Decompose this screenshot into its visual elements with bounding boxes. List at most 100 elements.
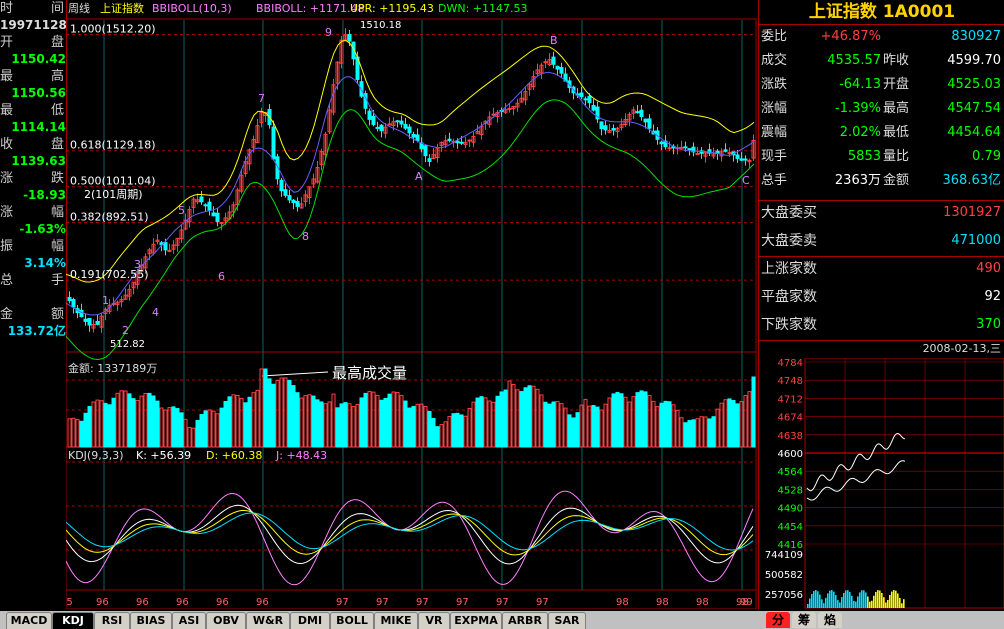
tab-kdj[interactable]: KDJ [52,612,94,629]
volume-bar [655,406,660,448]
volume-bar [647,395,652,448]
mini-y-label: 4564 [778,467,803,478]
volume-bar [239,397,244,448]
volume-bar [663,400,668,448]
mini-volume-bar [827,593,829,608]
volume-bar [687,420,692,448]
mini-volume-bar [899,597,901,608]
volume-bar [243,402,248,448]
volume-bar [743,395,748,448]
volume-bar [131,398,136,448]
right-tab-2[interactable]: 焰 [818,612,842,628]
volume-bar [603,403,608,448]
quote-label: 开盘 [883,77,910,92]
volume-bar [483,397,488,448]
candle-body [739,158,744,161]
volume-bar [403,400,408,448]
quote-value: 0.79 [972,149,1001,164]
volume-bar [735,403,740,448]
volume-bar [187,426,192,448]
quote-value: 368.63亿 [942,173,1002,188]
tab-rsi[interactable]: RSI [94,612,130,629]
tab-sar[interactable]: SAR [548,612,586,629]
mini-volume-bar [901,603,903,608]
tab-obv[interactable]: OBV [206,612,246,629]
quote-label: 昨收 [883,53,910,68]
tab-asi[interactable]: ASI [172,612,206,629]
volume-bar [231,394,236,448]
intraday-mini-chart[interactable]: 4784 4748 4712 4674 4638 4600 4564 4528 4490 4454… [759,358,1004,610]
volume-bar [287,379,292,448]
quote-value: 4525.03 [947,77,1001,92]
tab-mike[interactable]: MIKE [374,612,418,629]
fib-label: 0.382(892.51) [70,211,149,224]
x-axis-label: 98 [616,597,629,608]
mini-y-label: 4784 [778,358,803,369]
tab-arbr[interactable]: ARBR [502,612,548,629]
volume-bar [303,395,308,448]
mini-volume-bar [871,600,873,608]
quote-label: 总手 [761,173,788,188]
breadth-label: 下跌家数 [761,317,817,333]
volume-bar [727,398,732,448]
order-value: 1301927 [943,205,1001,220]
quote-info-column: 时间 19971128 开盘 1150.42 最高 1150.56 最低 1114.14 收盘 1… [0,0,67,338]
mini-vol-label: 500582 [765,570,803,581]
volume-bar [259,368,264,448]
volume-bar [631,396,636,448]
tab-expma[interactable]: EXPMA [450,612,502,629]
volume-bar [435,426,440,448]
quote-value: 2363万 [834,173,881,188]
kdj-j-value: J: +48.43 [275,449,327,462]
mini-volume-bar [833,591,835,608]
candle-body [491,113,496,116]
tab-macd[interactable]: MACD [6,612,52,629]
mini-frame [804,358,1004,609]
right-tab-1[interactable]: 筹 [792,612,816,628]
candlestick-series [67,28,756,333]
mini-y-label: 4490 [778,504,803,515]
volume-bar [443,421,448,448]
mini-volume-bar [897,593,899,608]
info-label: 最低 [0,103,66,118]
mini-volume-bar [879,590,881,608]
volume-bar [263,368,268,448]
tab-boll[interactable]: BOLL [330,612,374,629]
candle-body [87,317,92,326]
volume-bar [379,399,384,448]
tab-dmi[interactable]: DMI [290,612,330,629]
volume-bar [327,401,332,448]
volume-bar [479,396,484,448]
candle-body [283,189,288,196]
mini-vol-label: 744109 [765,550,803,561]
breadth-value: 92 [984,289,1001,304]
kdj-j-line [66,490,754,586]
candle-body [467,139,472,142]
breadth-row: 平盘家数 92 [759,286,1004,308]
tab-w-r[interactable]: W&R [246,612,290,629]
overlay-period-label: 2(101周期) [84,188,143,201]
info-value: 1139.63 [11,154,66,168]
volume-bar [699,416,704,448]
volume-bar [375,394,380,448]
tab-vr[interactable]: VR [418,612,450,629]
info-value: 1150.42 [11,52,66,66]
candle-body [379,124,384,132]
wave-label: C [742,174,750,187]
candle-body [395,120,400,123]
kline-chart-area[interactable]: 1.000(1512.20) 0.618(1129.18) 0.500(1011.0… [66,0,758,609]
volume-bar [707,418,712,448]
tab-bias[interactable]: BIAS [130,612,172,629]
quote-row: 现手 5853 量比 0.79 [759,146,1004,168]
mini-volume-bar [881,592,883,608]
mini-volume-bar [883,597,885,608]
separator [759,200,1004,201]
candle-body [455,140,460,144]
volume-bar [619,393,624,448]
candle-body [635,111,640,114]
candle-body [67,296,72,302]
right-tab-0[interactable]: 分 [766,612,790,628]
volume-bar [695,418,700,448]
wave-label: 7 [258,92,265,105]
mini-y-label: 4600 [778,449,803,460]
